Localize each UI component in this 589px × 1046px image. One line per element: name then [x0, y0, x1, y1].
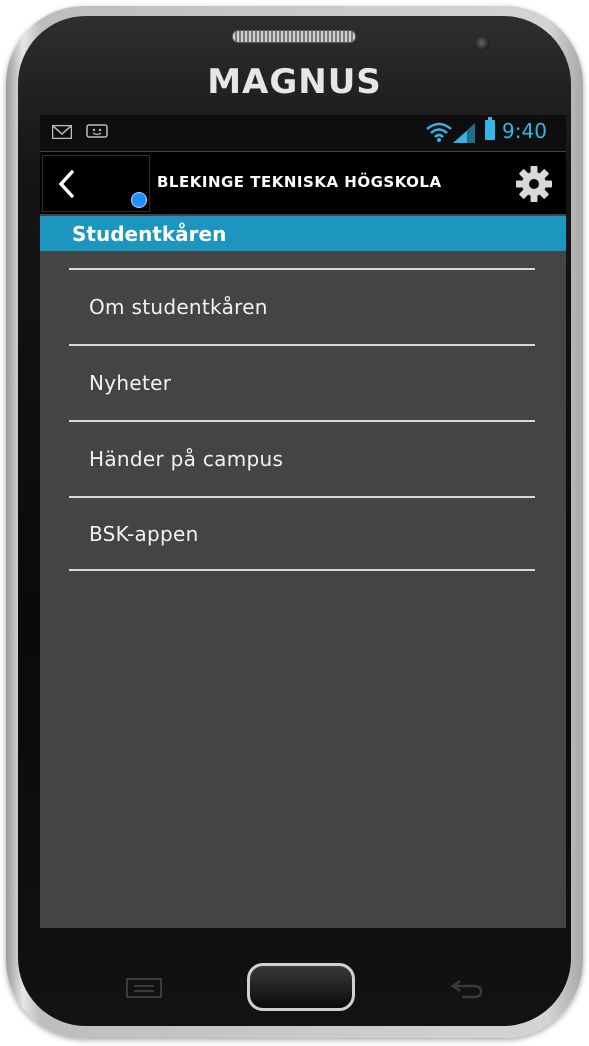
menu-key-icon[interactable] — [126, 978, 162, 998]
gear-icon[interactable] — [514, 164, 554, 204]
menu-item-label: Händer på campus — [89, 447, 284, 471]
screen: 9:40 BLEKINGE TEKNISKA HÖGSKOLA Studentk… — [40, 115, 566, 928]
status-bar: 9:40 — [40, 115, 566, 151]
menu-divider — [69, 569, 535, 571]
action-bar: BLEKINGE TEKNISKA HÖGSKOLA — [40, 152, 566, 214]
menu-item-label: Om studentkåren — [89, 295, 268, 319]
menu-item-label: Nyheter — [89, 371, 172, 395]
app-badge-icon — [131, 192, 147, 208]
menu-item-bsk-appen[interactable]: BSK-appen — [69, 498, 535, 569]
section-header: Studentkåren — [40, 216, 566, 251]
device-brand: MAGNUS — [207, 62, 382, 102]
wifi-icon — [426, 122, 452, 142]
menu-item-om-studentkaren[interactable]: Om studentkåren — [69, 270, 535, 344]
signal-icon — [453, 123, 475, 143]
home-button[interactable] — [247, 963, 355, 1011]
status-time: 9:40 — [502, 119, 547, 143]
speaker-grille — [232, 30, 356, 43]
back-button[interactable] — [42, 155, 150, 212]
menu-item-label: BSK-appen — [89, 521, 199, 546]
gmail-icon — [52, 125, 72, 139]
back-chevron-icon — [58, 170, 74, 198]
menu-list: Om studentkåren Nyheter Händer på campus… — [69, 268, 535, 571]
menu-item-nyheter[interactable]: Nyheter — [69, 346, 535, 420]
front-camera — [476, 37, 490, 51]
battery-icon — [485, 117, 495, 140]
app-title: BLEKINGE TEKNISKA HÖGSKOLA — [157, 173, 442, 191]
message-icon — [86, 124, 108, 138]
section-title: Studentkåren — [72, 222, 227, 246]
back-key-icon[interactable] — [450, 975, 484, 999]
menu-item-hander-pa-campus[interactable]: Händer på campus — [69, 422, 535, 496]
